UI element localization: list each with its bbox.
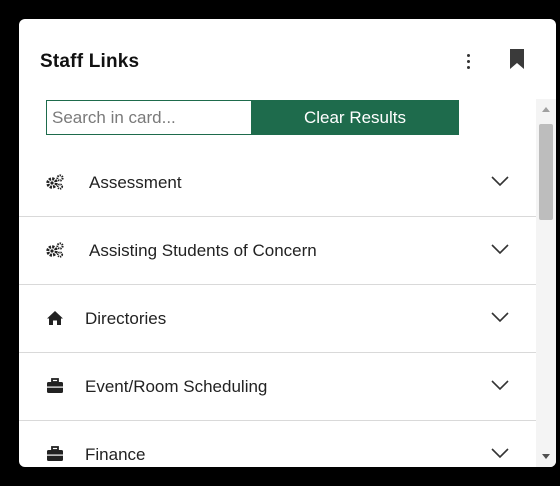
search-row: Clear Results: [46, 100, 459, 135]
scrollbar[interactable]: [536, 99, 556, 467]
scroll-up-arrow-icon[interactable]: [541, 105, 551, 113]
home-icon: [47, 311, 63, 325]
list-item-assessment[interactable]: Assessment: [19, 149, 536, 217]
scrollbar-thumb[interactable]: [539, 124, 553, 220]
list-item-label: Assessment: [89, 173, 182, 192]
gears-icon: [46, 242, 64, 258]
chevron-down-icon[interactable]: [491, 447, 509, 459]
list-item-label: Event/Room Scheduling: [85, 377, 268, 396]
chevron-down-icon[interactable]: [491, 311, 509, 323]
scroll-down-arrow-icon[interactable]: [541, 453, 551, 461]
list-item-label: Directories: [85, 309, 167, 328]
list-item-label: Finance: [85, 445, 146, 464]
chevron-down-icon[interactable]: [491, 175, 509, 187]
kebab-dot: [466, 53, 470, 57]
chevron-down-icon[interactable]: [491, 243, 509, 255]
more-options-icon[interactable]: [459, 49, 477, 73]
staff-links-card: Staff Links Clear Results Assessment: [19, 19, 556, 467]
bookmark-icon[interactable]: [510, 49, 524, 69]
briefcase-icon: [47, 446, 63, 461]
clear-results-button[interactable]: Clear Results: [251, 100, 459, 135]
list-item-label: Assisting Students of Concern: [89, 241, 317, 260]
kebab-dot: [466, 59, 470, 63]
links-list: Assessment Assisting Students of Concern…: [19, 149, 536, 467]
card-header: Staff Links: [19, 19, 556, 99]
kebab-dot: [466, 65, 470, 69]
chevron-down-icon[interactable]: [491, 379, 509, 391]
list-item-assisting-students[interactable]: Assisting Students of Concern: [19, 217, 536, 285]
search-input[interactable]: [46, 100, 251, 135]
card-title: Staff Links: [40, 51, 140, 72]
list-item-event-room-scheduling[interactable]: Event/Room Scheduling: [19, 353, 536, 421]
gears-icon: [46, 174, 64, 190]
list-item-finance[interactable]: Finance: [19, 421, 536, 467]
briefcase-icon: [47, 378, 63, 393]
list-item-directories[interactable]: Directories: [19, 285, 536, 353]
